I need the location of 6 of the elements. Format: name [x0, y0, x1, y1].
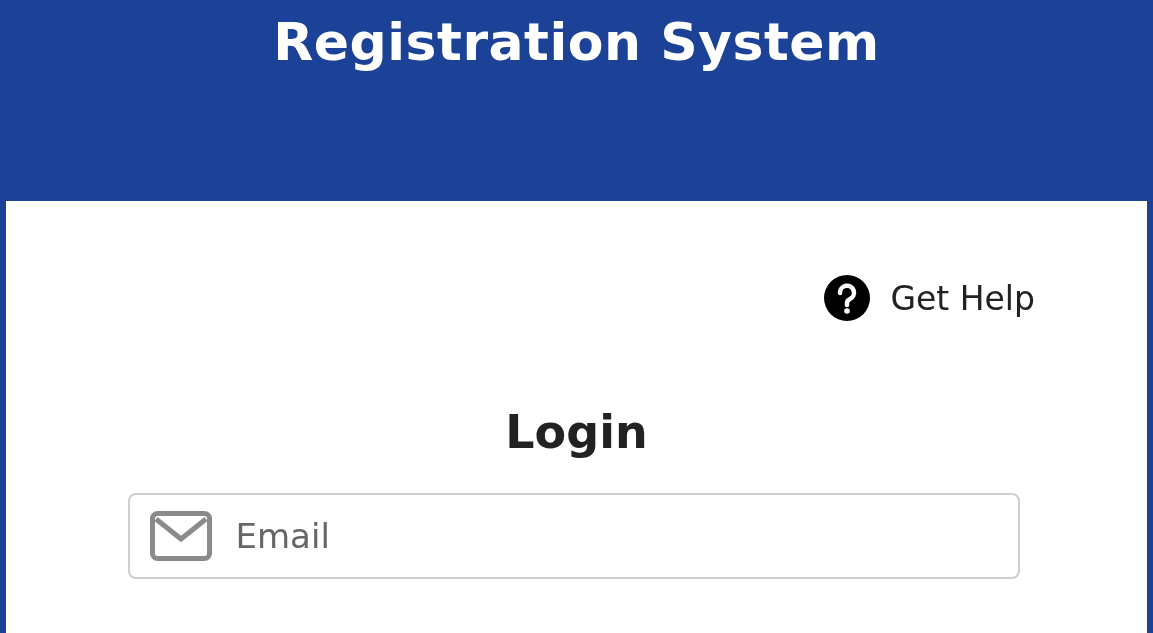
help-icon [824, 275, 871, 321]
email-field[interactable]: Email [127, 493, 1020, 579]
login-heading: Login [505, 405, 648, 459]
get-help-link[interactable]: Get Help [824, 275, 1035, 321]
app-title: Registration System [273, 12, 880, 72]
envelope-icon [149, 511, 212, 561]
